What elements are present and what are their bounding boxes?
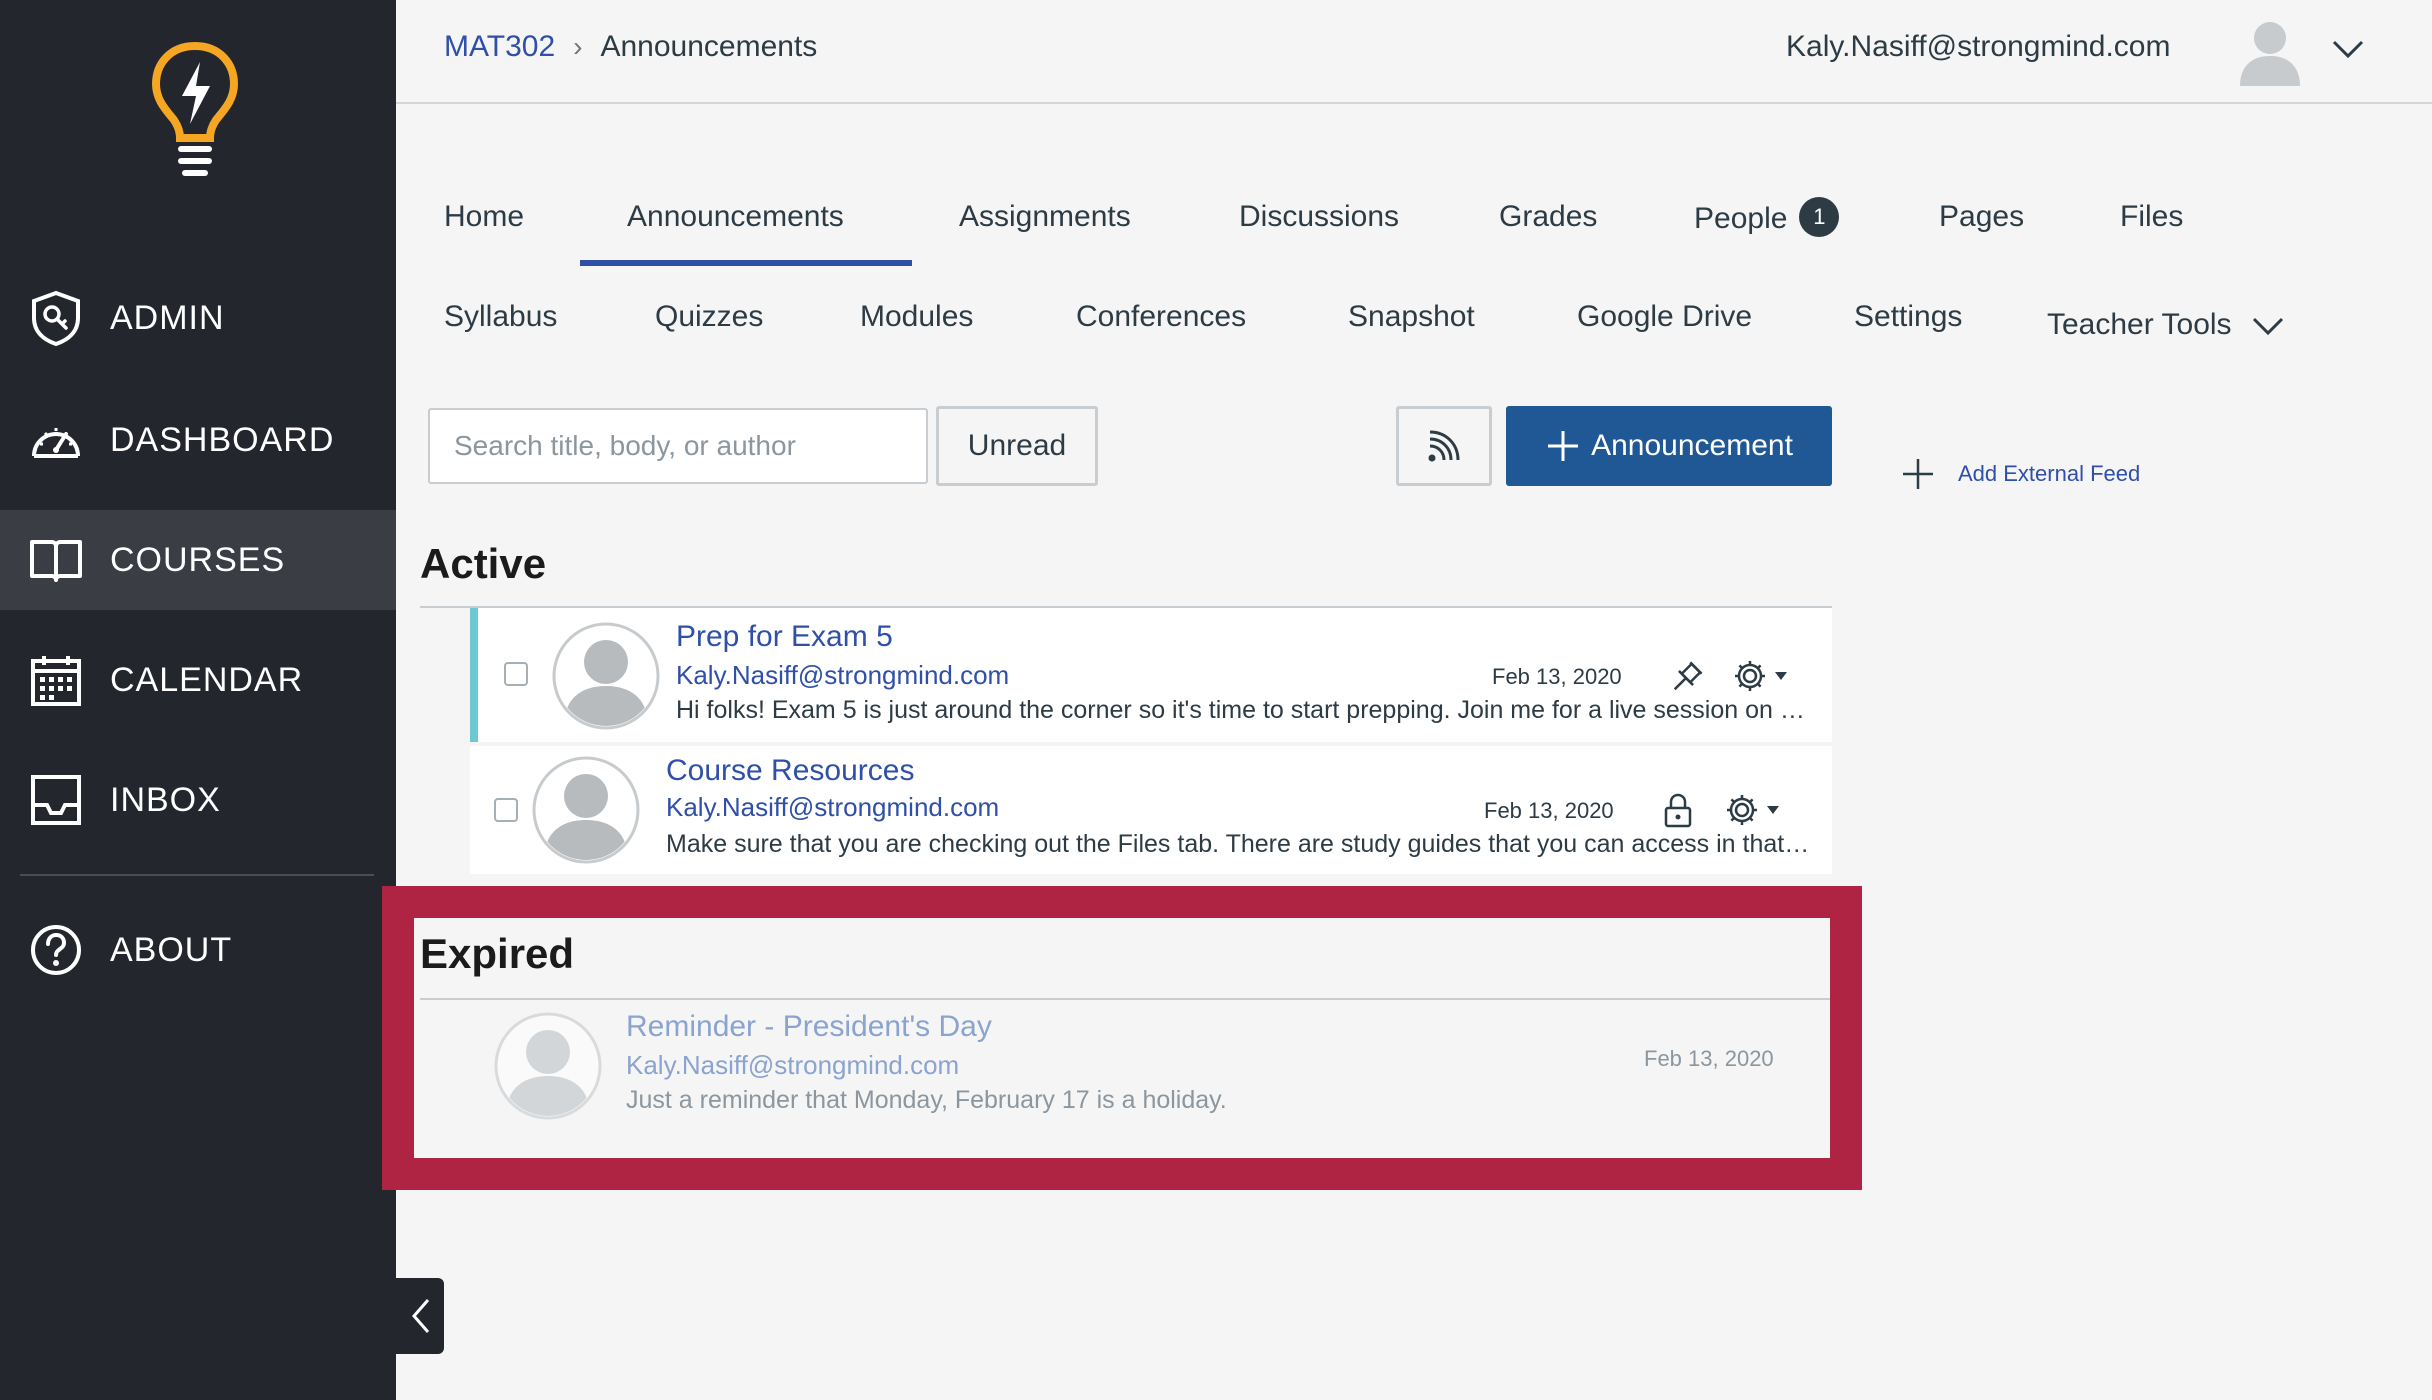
section-title-expired: Expired xyxy=(420,930,575,977)
global-nav-sidebar: ADMIN DASHBOARD COURSES CALENDAR INBOX A… xyxy=(0,0,396,1400)
inbox-icon xyxy=(28,772,84,828)
active-tab-indicator xyxy=(580,260,912,266)
announcement-title-link[interactable]: Prep for Exam 5 xyxy=(676,620,893,654)
announcement-preview: Make sure that you are checking out the … xyxy=(666,830,1816,858)
calendar-icon xyxy=(28,652,84,708)
tab-pages[interactable]: Pages xyxy=(1939,200,2024,234)
chevron-down-icon xyxy=(2252,317,2283,336)
announcement-author-link[interactable]: Kaly.Nasiff@strongmind.com xyxy=(676,660,1009,691)
breadcrumb-course-link[interactable]: MAT302 xyxy=(444,30,555,64)
tab-conferences[interactable]: Conferences xyxy=(1076,300,1246,334)
caret-down-icon xyxy=(1775,672,1787,680)
tab-quizzes[interactable]: Quizzes xyxy=(655,300,763,334)
sidebar-item-calendar[interactable]: CALENDAR xyxy=(0,630,396,730)
tab-home[interactable]: Home xyxy=(444,200,524,234)
sidebar-item-about[interactable]: ABOUT xyxy=(0,900,396,1000)
sidebar-item-label: COURSES xyxy=(110,540,286,579)
sidebar-item-courses[interactable]: COURSES xyxy=(0,510,396,610)
lightbulb-logo-icon[interactable] xyxy=(150,40,240,180)
unread-filter-button[interactable]: Unread xyxy=(936,406,1098,486)
add-external-feed-label: Add External Feed xyxy=(1958,461,2141,486)
chevron-right-icon: › xyxy=(573,31,583,62)
help-icon xyxy=(28,922,84,978)
announcement-preview: Hi folks! Exam 5 is just around the corn… xyxy=(676,696,1805,724)
announcement-settings-menu[interactable] xyxy=(1732,658,1788,694)
announcement-preview: Just a reminder that Monday, February 17… xyxy=(626,1086,1227,1114)
rss-icon xyxy=(1428,430,1460,462)
tab-modules[interactable]: Modules xyxy=(860,300,973,334)
announcement-select-checkbox[interactable] xyxy=(494,798,518,822)
tab-people[interactable]: People 1 xyxy=(1694,197,1840,240)
lock-icon[interactable] xyxy=(1658,790,1698,830)
book-icon xyxy=(28,532,84,588)
avatar xyxy=(494,1012,602,1120)
section-divider xyxy=(420,998,1830,1000)
sidebar-item-label: INBOX xyxy=(110,780,221,819)
add-announcement-button[interactable]: Announcement xyxy=(1506,406,1832,486)
rss-feed-button[interactable] xyxy=(1396,406,1492,486)
caret-down-icon xyxy=(1767,806,1779,814)
sidebar-item-label: ADMIN xyxy=(110,298,225,337)
announcement-date: Feb 13, 2020 xyxy=(1484,798,1614,823)
chevron-left-icon xyxy=(412,1299,430,1333)
announcement-date: Feb 13, 2020 xyxy=(1644,1046,1774,1071)
gear-icon xyxy=(1727,795,1757,825)
breadcrumb: MAT302 › Announcements xyxy=(444,30,817,64)
announcement-title-link[interactable]: Course Resources xyxy=(666,754,914,788)
avatar[interactable] xyxy=(2232,14,2308,90)
tab-announcements[interactable]: Announcements xyxy=(627,200,844,234)
tab-files[interactable]: Files xyxy=(2120,200,2183,234)
add-external-feed-link[interactable]: Add External Feed xyxy=(1900,456,2140,492)
tab-assignments[interactable]: Assignments xyxy=(959,200,1131,234)
tab-teacher-tools[interactable]: Teacher Tools xyxy=(2047,308,2286,342)
announcement-row[interactable]: Prep for Exam 5 Kaly.Nasiff@strongmind.c… xyxy=(470,608,1832,742)
announcement-row[interactable]: Course Resources Kaly.Nasiff@strongmind.… xyxy=(470,746,1832,874)
sidebar-item-inbox[interactable]: INBOX xyxy=(0,750,396,850)
sidebar-item-label: CALENDAR xyxy=(110,660,304,699)
pin-icon[interactable] xyxy=(1666,658,1706,698)
chevron-down-icon[interactable] xyxy=(2328,30,2368,70)
tab-grades[interactable]: Grades xyxy=(1499,200,1597,234)
tab-people-label: People xyxy=(1694,201,1788,235)
announcement-title-link[interactable]: Reminder - President's Day xyxy=(626,1010,992,1044)
sidebar-divider xyxy=(20,874,374,876)
avatar xyxy=(532,756,640,864)
gear-icon xyxy=(1735,661,1765,691)
tab-snapshot[interactable]: Snapshot xyxy=(1348,300,1475,334)
sidebar-item-dashboard[interactable]: DASHBOARD xyxy=(0,390,396,490)
user-email: Kaly.Nasiff@strongmind.com xyxy=(1786,30,2171,63)
dashboard-gauge-icon xyxy=(28,412,84,468)
collapse-nav-button[interactable] xyxy=(396,1278,444,1354)
announcement-author-link[interactable]: Kaly.Nasiff@strongmind.com xyxy=(626,1050,959,1081)
avatar xyxy=(552,622,660,730)
plus-icon xyxy=(1548,431,1579,461)
sidebar-item-label: ABOUT xyxy=(110,930,233,969)
breadcrumb-current: Announcements xyxy=(600,30,818,63)
announcement-settings-menu[interactable] xyxy=(1724,792,1780,828)
add-announcement-label: Announcement xyxy=(1591,429,1793,462)
page-header: MAT302 › Announcements Kaly.Nasiff@stron… xyxy=(396,0,2432,104)
sidebar-item-label: DASHBOARD xyxy=(110,420,335,459)
announcement-select-checkbox[interactable] xyxy=(504,662,528,686)
announcement-date: Feb 13, 2020 xyxy=(1492,664,1622,689)
sidebar-item-admin[interactable]: ADMIN xyxy=(0,268,396,368)
tab-google-drive[interactable]: Google Drive xyxy=(1577,300,1752,334)
notification-badge: 1 xyxy=(1799,197,1840,237)
announcement-author-link[interactable]: Kaly.Nasiff@strongmind.com xyxy=(666,792,999,823)
admin-shield-icon xyxy=(28,290,84,346)
tab-syllabus[interactable]: Syllabus xyxy=(444,300,557,334)
plus-icon xyxy=(1903,459,1933,489)
section-title-active: Active xyxy=(420,540,547,587)
search-input[interactable] xyxy=(428,408,928,484)
tab-settings[interactable]: Settings xyxy=(1854,300,1962,334)
tab-discussions[interactable]: Discussions xyxy=(1239,200,1399,234)
tab-teacher-tools-label: Teacher Tools xyxy=(2047,308,2232,341)
